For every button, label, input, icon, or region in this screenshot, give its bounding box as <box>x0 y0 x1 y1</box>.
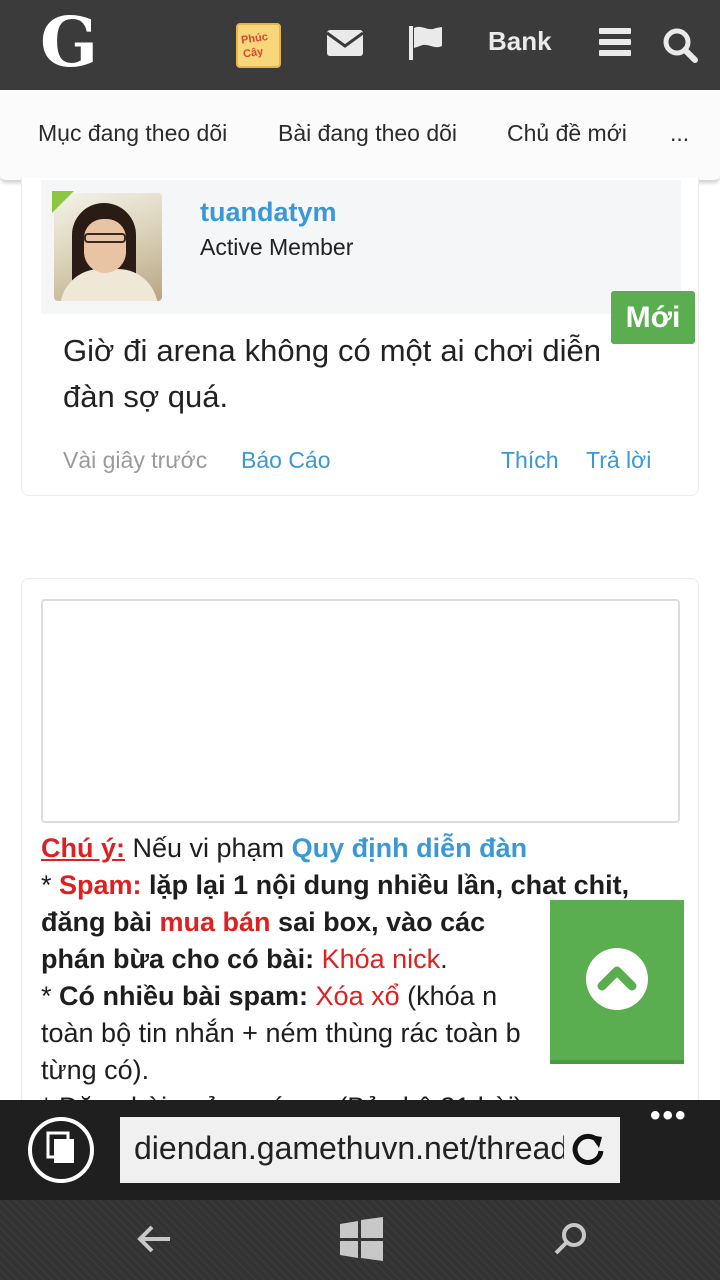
reply-editor[interactable] <box>41 599 680 823</box>
rules-highlight: Xóa xổ <box>308 981 400 1011</box>
rules-highlight: Khóa nick <box>314 944 441 974</box>
new-badge: Mới <box>611 291 695 344</box>
flag-icon[interactable] <box>406 22 446 66</box>
url-field[interactable]: diendan.gamethuvn.net/threads <box>120 1117 620 1183</box>
rules-text: Nếu vi phạm <box>125 833 292 863</box>
rules-text: Có nhiều bài spam: <box>59 981 309 1011</box>
rules-warning-label: Chú ý: <box>41 833 125 863</box>
scroll-to-top-button[interactable] <box>550 900 684 1064</box>
search-icon[interactable] <box>662 22 698 66</box>
rules-text: lặp lại 1 nội dung nhiều lần, chat chit, <box>141 870 630 900</box>
reply-link[interactable]: Trả lời <box>586 447 651 474</box>
avatar-face <box>84 219 126 273</box>
envelope-icon[interactable] <box>326 22 364 66</box>
url-text: diendan.gamethuvn.net/threads <box>134 1130 564 1166</box>
bank-link[interactable]: Bank <box>488 26 552 57</box>
rules-bullet: * <box>41 981 60 1011</box>
like-link[interactable]: Thích <box>501 447 559 474</box>
tab-more[interactable]: ... <box>670 120 689 147</box>
tab-watched-threads[interactable]: Bài đang theo dõi <box>278 120 457 147</box>
menu-icon[interactable] <box>598 22 632 66</box>
back-arrow-icon[interactable] <box>134 1217 174 1266</box>
rules-spam-label: Spam: <box>59 870 142 900</box>
search-icon[interactable] <box>550 1217 590 1266</box>
post-message: Giờ đi arena không có một ai chơi diễn đ… <box>63 333 601 414</box>
rules-line-2: * Spam: lặp lại 1 nội dung nhiều lần, ch… <box>41 867 681 904</box>
post-timestamp[interactable]: Vài giây trước <box>63 447 207 474</box>
rules-text: . <box>440 944 448 974</box>
browser-tabs-button[interactable] <box>28 1117 94 1183</box>
more-options-icon[interactable]: ••• <box>650 1101 688 1131</box>
rules-bullet: * <box>41 870 60 900</box>
chevron-up-icon <box>586 948 648 1010</box>
forum-rules-link[interactable]: Quy định diễn đàn <box>292 833 528 863</box>
reload-icon[interactable] <box>568 1129 608 1169</box>
rules-text: (khóa n <box>399 981 498 1011</box>
windows-start-icon[interactable] <box>338 1217 384 1266</box>
post-username[interactable]: tuandatym <box>200 197 337 228</box>
tab-watched-forums[interactable]: Mục đang theo dõi <box>38 120 227 147</box>
rules-line-1: Chú ý: Nếu vi phạm Quy định diễn đàn <box>41 830 681 867</box>
rules-highlight: mua bán <box>159 907 271 937</box>
tab-new-threads[interactable]: Chủ đề mới <box>507 120 627 147</box>
rules-text: phán bừa cho có bài: <box>41 944 315 974</box>
online-indicator <box>52 191 74 213</box>
sub-navigation: Mục đang theo dõi Bài đang theo dõi Chủ … <box>0 90 720 182</box>
avatar-glasses <box>84 233 126 243</box>
rules-text: đăng bài <box>41 907 160 937</box>
report-link[interactable]: Báo Cáo <box>241 447 331 474</box>
site-logo[interactable]: G <box>40 6 98 80</box>
rules-text: sai box, vào các <box>270 907 486 937</box>
user-avatar-button[interactable]: Phúc Cây <box>236 23 281 68</box>
post-user-title: Active Member <box>200 234 354 260</box>
avatar-text: Phúc Cây <box>240 30 269 61</box>
